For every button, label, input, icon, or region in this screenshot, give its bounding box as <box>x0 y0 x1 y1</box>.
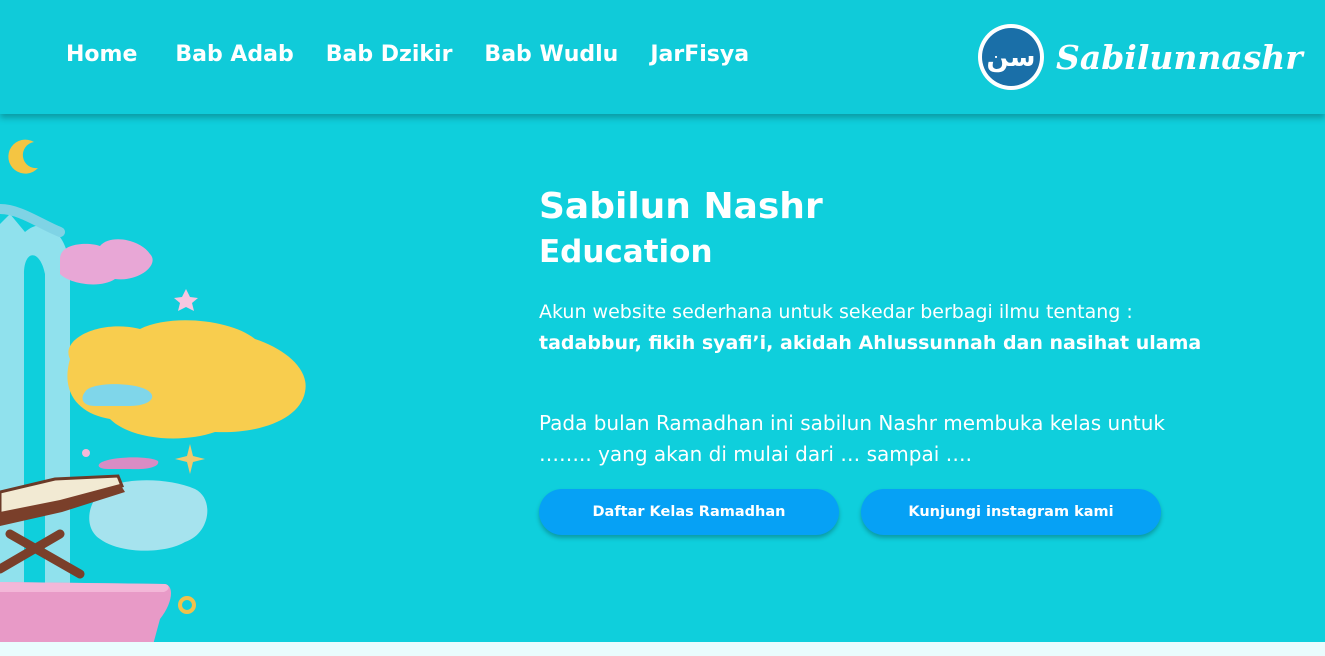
crescent-moon-icon <box>8 139 38 174</box>
nav-links: Home Bab Adab Bab Dzikir Bab Wudlu JarFi… <box>66 42 781 67</box>
hero-announcement: Pada bulan Ramadhan ini sabilun Nashr me… <box>539 411 1165 467</box>
pink-bar <box>82 449 159 470</box>
visit-instagram-button[interactable]: Kunjungi instagram kami <box>861 489 1161 536</box>
nav-link-jarfisya[interactable]: JarFisya <box>650 42 749 67</box>
pink-cloud <box>60 239 153 285</box>
star-icon <box>174 289 198 311</box>
hero-title: Sabilun Nashr <box>539 186 823 227</box>
hero-illustration <box>0 114 330 656</box>
brand-logo: سن <box>978 24 1044 90</box>
hero-buttons: Daftar Kelas Ramadhan Kunjungi instagram… <box>539 489 1239 536</box>
hero-subtitle: Education <box>539 234 713 271</box>
hero-description-bold: tadabbur, fikih syafi’i, akidah Ahlussun… <box>539 332 1202 355</box>
nav-link-home[interactable]: Home <box>66 42 137 67</box>
brand-logo-mark: سن <box>982 28 1040 86</box>
brand[interactable]: سن Sabilunnashr <box>978 24 1303 90</box>
nav-link-bab-adab[interactable]: Bab Adab <box>175 42 293 67</box>
hero-content: Sabilun Nashr Education Akun website sed… <box>539 186 1239 536</box>
navbar: Home Bab Adab Bab Dzikir Bab Wudlu JarFi… <box>0 0 1325 114</box>
register-ramadhan-class-button[interactable]: Daftar Kelas Ramadhan <box>539 489 839 536</box>
bottom-section-edge <box>0 642 1325 656</box>
svg-text:سن: سن <box>987 43 1036 73</box>
yellow-ring-decoration <box>178 596 196 614</box>
yellow-cloud <box>67 320 306 439</box>
arch-decoration <box>0 204 70 584</box>
brand-logo-glyph: سن <box>987 43 1036 73</box>
nav-link-bab-dzikir[interactable]: Bab Dzikir <box>326 42 453 67</box>
hero-description: Akun website sederhana untuk sekedar ber… <box>539 301 1133 324</box>
sparkle-icon <box>175 444 205 474</box>
nav-link-bab-wudlu[interactable]: Bab Wudlu <box>484 42 618 67</box>
brand-name: Sabilunnashr <box>1056 37 1303 77</box>
